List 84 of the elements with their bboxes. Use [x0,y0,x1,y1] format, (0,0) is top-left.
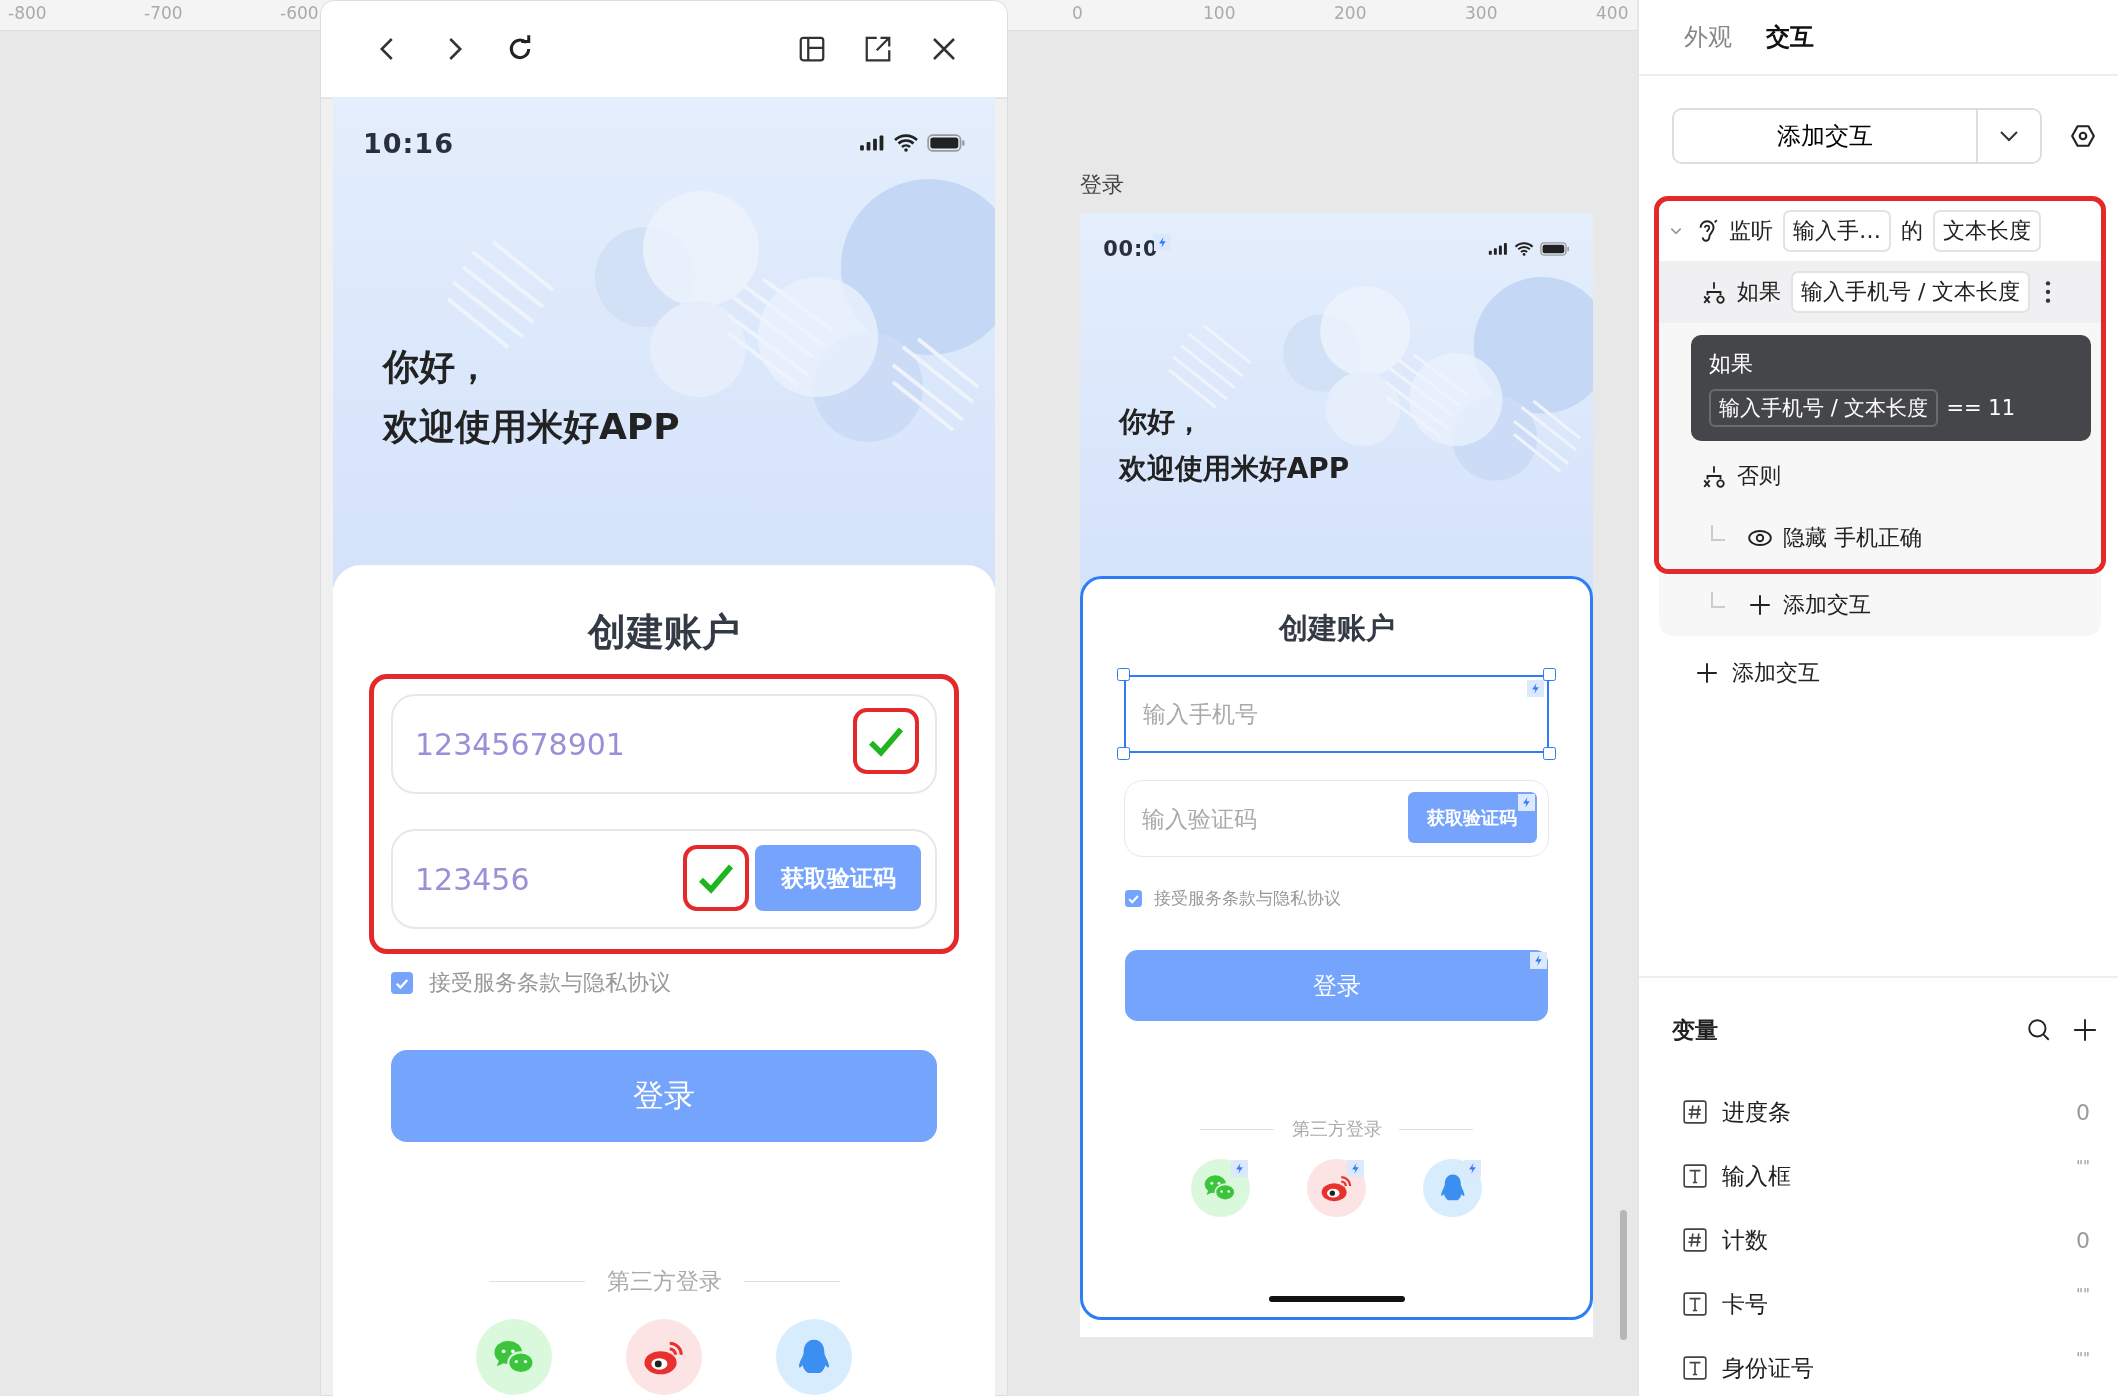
ruler-label: -600 [280,3,319,23]
plus-icon [1747,592,1773,618]
variable-name[interactable]: 进度条 [1722,1096,1791,1128]
number-type-icon [1682,1099,1708,1125]
wifi-icon [1514,242,1535,256]
listener-label: 监听 [1729,217,1773,245]
ruler-label: 100 [1203,3,1236,23]
layout-icon[interactable] [797,34,827,64]
resize-handle[interactable] [1543,746,1557,760]
property-chip[interactable]: 文本长度 [1933,210,2041,252]
variable-name[interactable]: 卡号 [1722,1288,1768,1320]
signal-icon [1487,242,1508,256]
battery-icon [927,134,965,152]
add-interaction-link[interactable]: 添加交互 [1732,658,1820,688]
target-chip[interactable]: 输入手… [1783,210,1891,252]
variable-value: "" [2076,1158,2091,1176]
condition-chip[interactable]: 输入手机号 / 文本长度 [1791,271,2031,313]
resize-handle[interactable] [1117,746,1130,760]
variable-value: 0 [2076,1227,2091,1253]
panel-tab[interactable]: 交互 [1766,21,1814,53]
variable-name[interactable]: 身份证号 [1722,1352,1814,1384]
tree-connector [1711,592,1725,608]
external-link-icon[interactable] [863,34,893,64]
greeting-text: 你好， [1118,404,1203,441]
add-icon[interactable] [2072,1017,2098,1043]
lightning-icon [1529,951,1547,969]
third-party-login-label: 第三方登录 [606,1267,722,1296]
text-type-icon [1682,1355,1708,1381]
tooltip-operator: == 11 [1946,396,2016,420]
variable-value: "" [2076,1350,2091,1368]
action-text: 隐藏 手机正确 [1783,524,1922,552]
variable-value: 0 [2076,1099,2091,1125]
agreement-label: 接受服务条款与隐私协议 [429,969,671,997]
card-title: 创建账户 [1278,609,1395,647]
status-time: 10:16 [363,127,454,159]
lightning-icon [1463,1160,1481,1178]
checkbox[interactable] [1124,889,1142,907]
tree-connector [1711,525,1725,541]
panel-tab[interactable]: 外观 [1684,21,1732,53]
ruler-label: -800 [8,3,47,23]
greeting-text: 欢迎使用米好APP [1118,450,1350,487]
text-type-icon [1682,1291,1708,1317]
ruler-label: 400 [1596,3,1629,23]
variable-value: "" [2076,1286,2091,1304]
condition-label: 否则 [1737,462,1781,490]
add-interaction-button[interactable]: 添加交互 [1674,110,1978,162]
search-icon[interactable] [2026,1017,2052,1043]
plus-icon [1694,660,1720,686]
more-icon[interactable] [2044,279,2053,305]
lightning-icon [1347,1160,1365,1178]
scrollbar[interactable] [1620,1210,1627,1340]
lightning-icon [1231,1160,1249,1178]
signal-icon [859,134,885,152]
status-time: 00:0 [1103,237,1159,261]
battery-icon [1540,242,1570,256]
add-interaction-link[interactable]: 添加交互 [1783,590,1871,620]
resize-handle[interactable] [1117,668,1130,681]
card-title: 创建账户 [588,609,740,656]
tooltip-condition-chip: 输入手机号 / 文本长度 [1709,389,1939,427]
greeting-text: 你好， [383,345,491,389]
branch-icon [1701,279,1727,305]
checkbox[interactable] [391,972,413,994]
ruler-label: -700 [144,3,183,23]
branch-icon [1701,463,1727,489]
settings-icon[interactable] [2070,123,2096,149]
phone-number-field[interactable]: 输入手机号 [1123,675,1550,753]
ruler-label: 200 [1334,3,1367,23]
agreement-label: 接受服务条款与隐私协议 [1154,886,1342,910]
resize-handle[interactable] [1543,668,1557,681]
ruler-label: 300 [1465,3,1498,23]
condition-label: 如果 [1737,278,1781,306]
joiner-label: 的 [1901,217,1923,245]
greeting-text: 欢迎使用米好APP [383,405,680,449]
tooltip-title: 如果 [1709,350,1754,378]
wifi-icon [893,134,919,152]
third-party-login-label: 第三方登录 [1291,1117,1382,1142]
artboard-label: 登录 [1080,171,1124,199]
text-type-icon [1682,1163,1708,1189]
lightning-icon [1518,793,1536,811]
variable-name[interactable]: 输入框 [1722,1160,1791,1192]
number-type-icon [1682,1227,1708,1253]
variable-name[interactable]: 计数 [1722,1224,1768,1256]
variables-title: 变量 [1672,1015,1718,1045]
ruler-label: 0 [1072,3,1083,23]
